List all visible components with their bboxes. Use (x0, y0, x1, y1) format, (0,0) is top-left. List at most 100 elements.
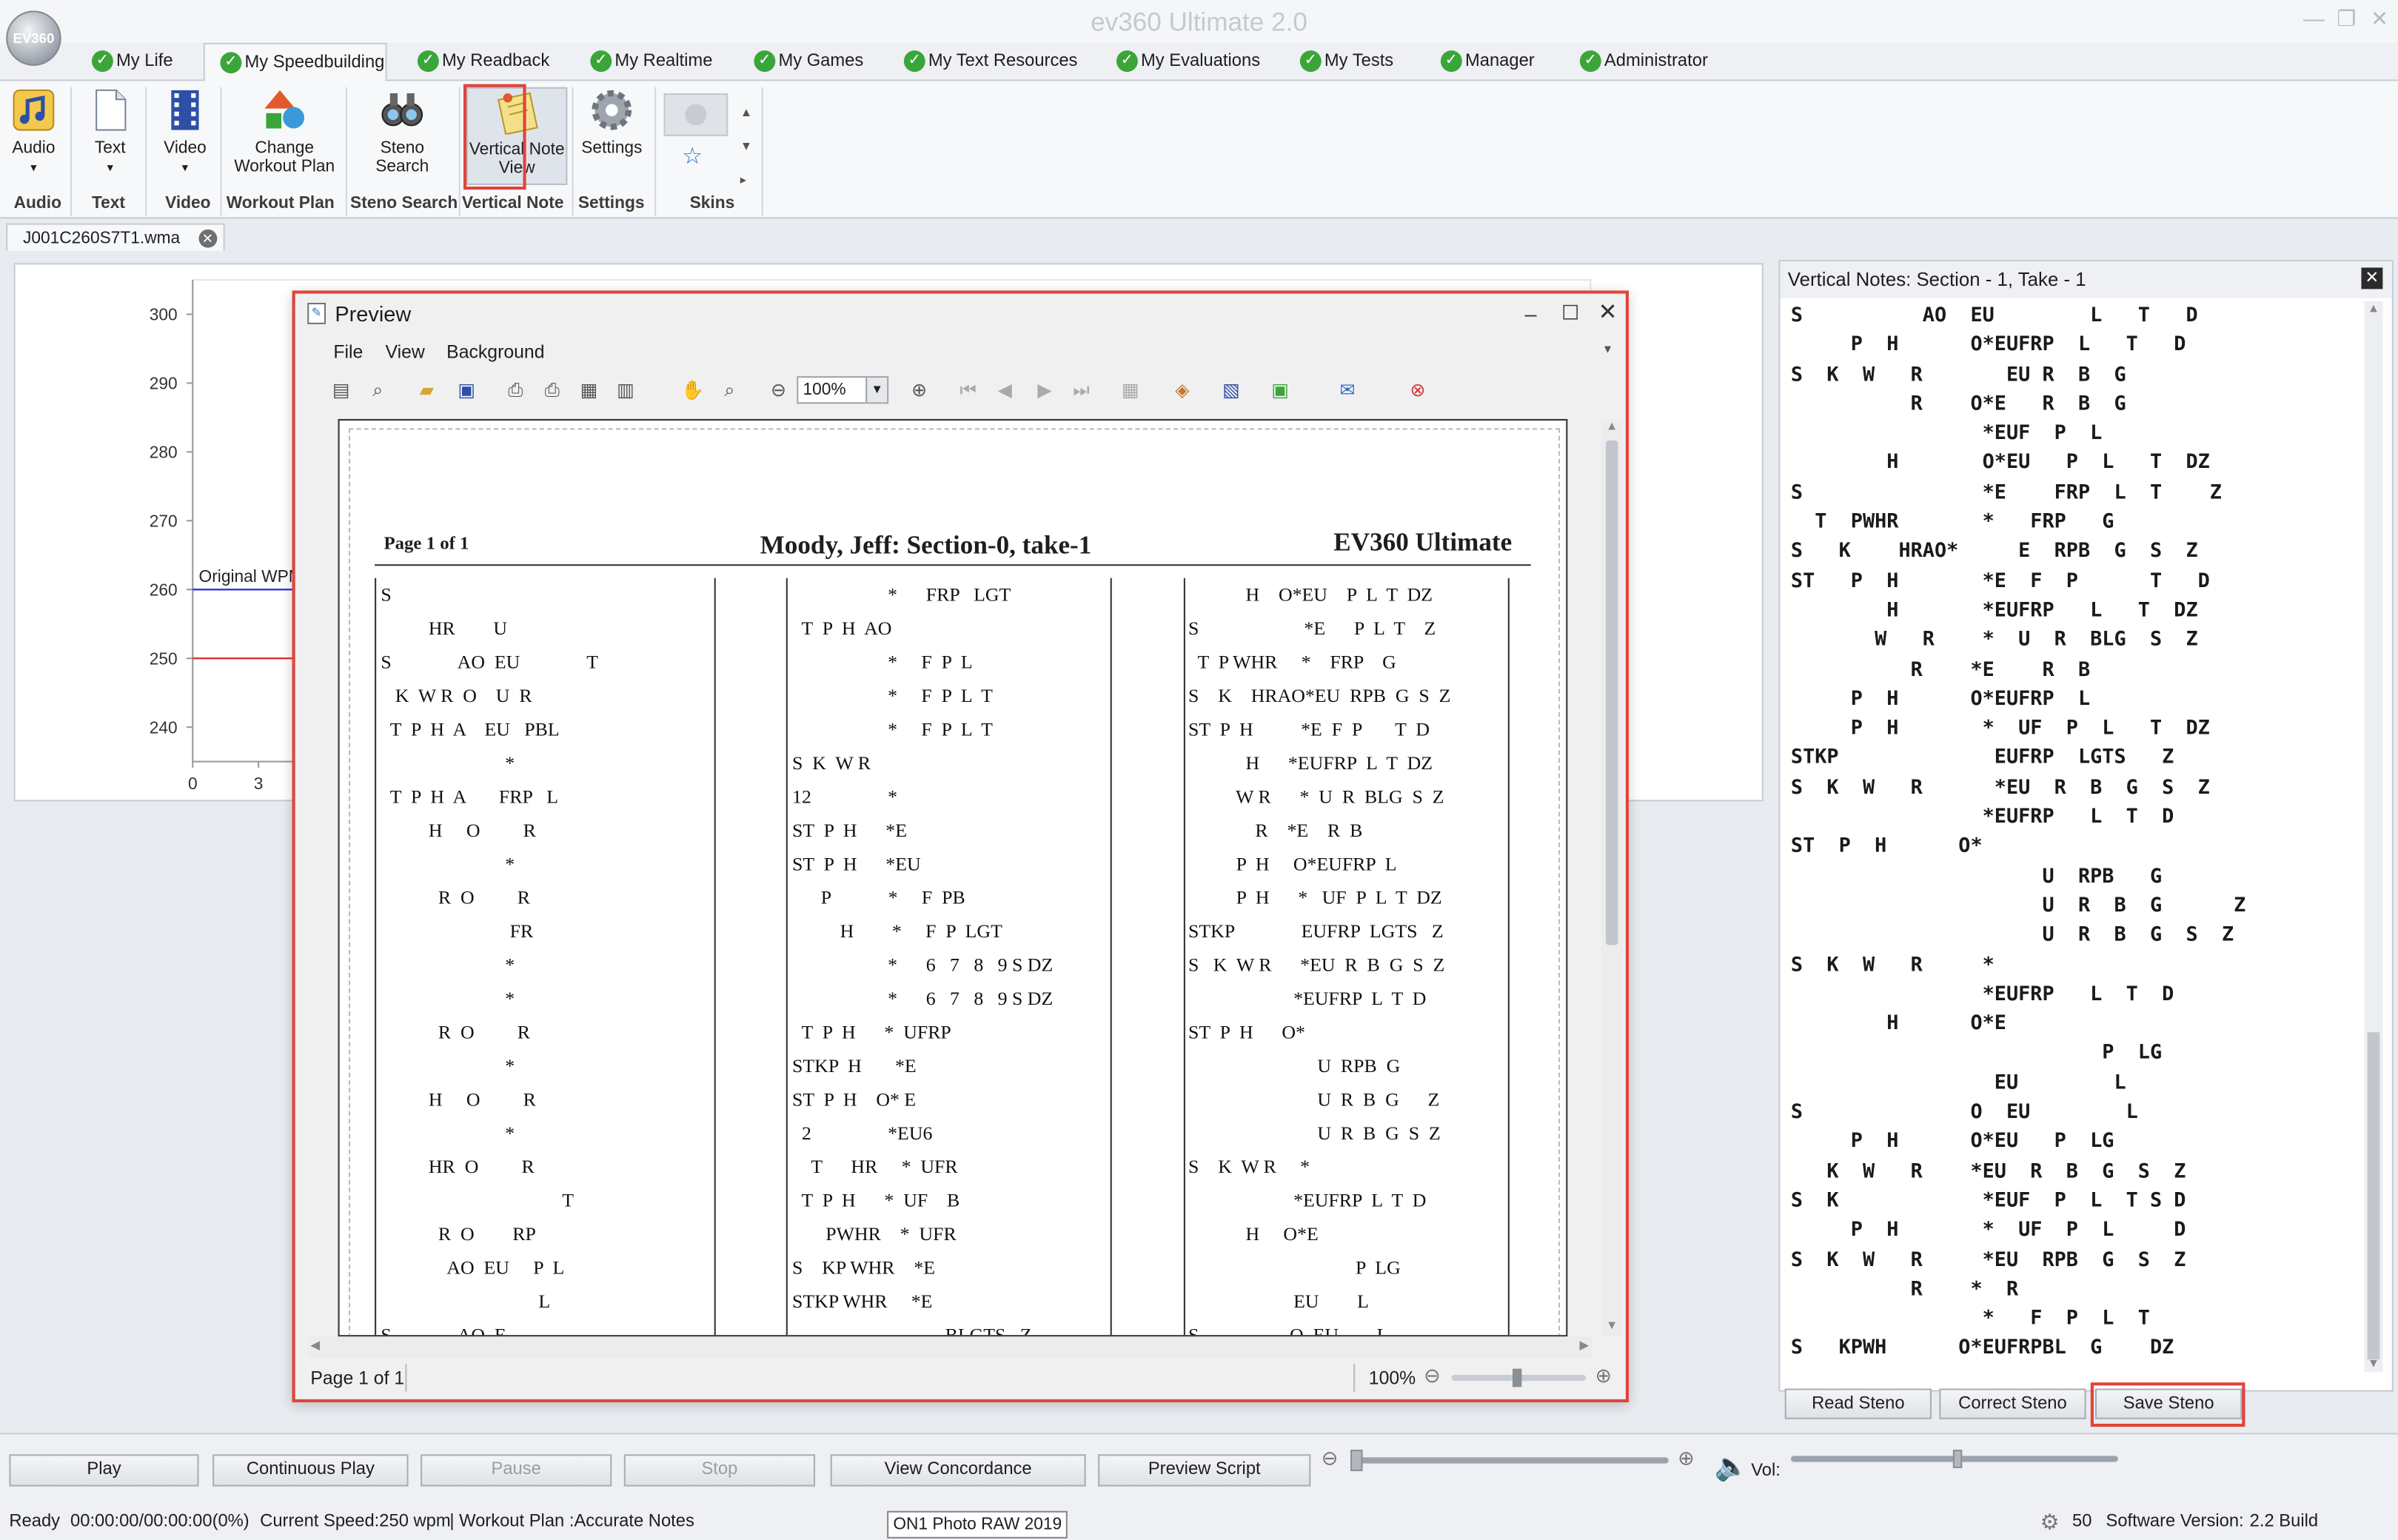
document-map-icon[interactable]: ▤ (329, 378, 353, 402)
multiple-pages-icon[interactable]: ▦ (1118, 378, 1142, 402)
continuous-play-button[interactable]: Continuous Play (212, 1454, 409, 1487)
tab-administrator[interactable]: ✓ Administrator (1579, 43, 1708, 81)
email-icon[interactable]: ✉ (1335, 378, 1359, 402)
scale-icon[interactable]: ▥ (613, 378, 637, 402)
maximize-icon[interactable]: ☐ (1561, 294, 1579, 334)
quick-print-icon[interactable]: ▦ (577, 378, 601, 402)
zoom-in-icon[interactable]: ⊕ (1595, 1364, 1612, 1388)
preview-horizontal-scrollbar[interactable]: ◀ ▶ (307, 1336, 1592, 1359)
zoom-out-icon[interactable]: ⊖ (766, 378, 791, 402)
close-icon[interactable]: ✕ (2371, 6, 2388, 32)
change-workout-plan-button[interactable]: Change Workout Plan (232, 87, 336, 176)
save-icon[interactable]: ▣ (455, 378, 479, 402)
chevron-down-icon[interactable]: ▾ (1604, 341, 1611, 358)
skins-scroll-arrows[interactable]: ▲ ▼ ▸ (740, 96, 752, 197)
tab-my-readback[interactable]: ✓ My Readback (417, 43, 549, 81)
check-icon: ✓ (754, 50, 776, 73)
restore-icon[interactable]: ❐ (2337, 6, 2356, 32)
scroll-up-icon[interactable]: ▲ (1606, 419, 1618, 433)
audio-button[interactable]: Audio ▾ (9, 87, 58, 178)
speed-slider-thumb[interactable] (1350, 1450, 1363, 1472)
speaker-icon[interactable]: 🔈 (1715, 1451, 1749, 1483)
scroll-down-icon[interactable]: ▼ (2368, 1356, 2379, 1370)
scroll-up-icon[interactable]: ▲ (2368, 301, 2379, 315)
export-icon[interactable]: ▣ (1267, 378, 1292, 402)
scroll-thumb[interactable] (1605, 440, 1618, 945)
video-button[interactable]: Video ▾ (161, 87, 210, 178)
minimize-icon[interactable]: ‒ (1525, 294, 1537, 334)
steno-line: H O*EU P L T DZ (1188, 584, 1433, 606)
menu-view[interactable]: View (386, 341, 425, 363)
color-icon[interactable]: ◈ (1170, 378, 1194, 402)
circle-icon (685, 104, 707, 126)
zoom-out-icon[interactable]: ⊖ (1424, 1364, 1441, 1388)
tab-my-realtime[interactable]: ✓ My Realtime (590, 43, 712, 81)
check-icon: ✓ (220, 52, 242, 74)
tab-my-evaluations[interactable]: ✓ My Evaluations (1116, 43, 1260, 81)
view-concordance-button[interactable]: View Concordance (830, 1454, 1086, 1487)
tab-my-speedbuilding[interactable]: ✓ My Speedbuilding (203, 42, 387, 83)
steno-line: *EUFRP L T D (1188, 988, 1427, 1010)
next-page-icon[interactable]: ▶ (1032, 378, 1056, 402)
correct-steno-button[interactable]: Correct Steno (1939, 1388, 2086, 1419)
speed-slider[interactable] (1350, 1450, 1669, 1472)
first-page-icon[interactable]: ⏮ (956, 378, 980, 402)
vertical-note-line: S K W R *EU R B G S Z (1790, 776, 2210, 800)
steno-search-button[interactable]: Steno Search (364, 87, 441, 176)
close-icon[interactable]: ✕ (2361, 267, 2383, 289)
watermark-icon[interactable]: ▧ (1219, 378, 1243, 402)
tab-my-text-resources[interactable]: ✓ My Text Resources (903, 43, 1077, 81)
play-button[interactable]: Play (9, 1454, 199, 1487)
menu-file[interactable]: File (333, 341, 363, 363)
zoom-slider-thumb[interactable] (1512, 1368, 1522, 1387)
tab-my-tests[interactable]: ✓ My Tests (1299, 43, 1393, 81)
find-icon[interactable]: ⌕ (366, 378, 390, 402)
steno-line: R O RP (381, 1223, 536, 1245)
report-title: Moody, Jeff: Section-0, take-1 (760, 530, 1092, 560)
volume-slider[interactable] (1790, 1450, 2118, 1468)
audio-label: Audio (12, 138, 56, 158)
dropdown-arrow-icon: ▾ (107, 160, 113, 175)
open-icon[interactable]: ▰ (415, 378, 439, 402)
scroll-thumb[interactable] (2367, 1032, 2380, 1360)
last-page-icon[interactable]: ⏭ (1069, 378, 1093, 402)
zoom-select[interactable]: 100% ▼ (797, 376, 889, 404)
speed-decrease-icon[interactable]: ⊖ (1322, 1447, 1339, 1471)
steno-line: HR U (381, 617, 508, 640)
print-icon[interactable]: ⎙ (540, 378, 564, 402)
zoom-slider[interactable] (1451, 1368, 1587, 1387)
preview-script-button[interactable]: Preview Script (1098, 1454, 1311, 1487)
magnifier-icon[interactable]: ⌕ (717, 378, 742, 402)
close-icon[interactable]: ✕ (1598, 294, 1618, 334)
preview-vertical-scrollbar[interactable]: ▲ ▼ (1601, 418, 1623, 1337)
scroll-down-icon[interactable]: ▼ (1606, 1318, 1618, 1332)
menu-background[interactable]: Background (446, 341, 544, 363)
column-rule (1507, 578, 1510, 1336)
notes-scrollbar[interactable]: ▲ ▼ (2364, 301, 2383, 1372)
read-steno-button[interactable]: Read Steno (1784, 1388, 1932, 1419)
settings-button[interactable]: Settings (578, 87, 646, 158)
scroll-right-icon[interactable]: ▶ (1580, 1338, 1590, 1352)
star-icon[interactable]: ☆ (682, 142, 703, 170)
speed-increase-icon[interactable]: ⊕ (1678, 1447, 1695, 1471)
scroll-left-icon[interactable]: ◀ (310, 1338, 320, 1352)
tab-my-life[interactable]: ✓ My Life (91, 43, 173, 81)
app-logo[interactable]: EV360 (6, 10, 61, 66)
stop-button[interactable]: Stop (623, 1454, 816, 1487)
close-preview-icon[interactable]: ⊗ (1405, 378, 1430, 402)
zoom-in-icon[interactable]: ⊕ (907, 378, 931, 402)
group-label-text: Text (91, 194, 126, 213)
previous-page-icon[interactable]: ◀ (993, 378, 1017, 402)
tab-my-games[interactable]: ✓ My Games (754, 43, 863, 81)
text-button[interactable]: Text ▾ (86, 87, 135, 178)
chevron-down-icon[interactable]: ▼ (865, 378, 888, 403)
document-tab[interactable]: J001C260S7T1.wma ✕ (6, 223, 225, 251)
close-tab-icon[interactable]: ✕ (198, 229, 217, 248)
tab-manager[interactable]: ✓ Manager (1440, 43, 1535, 81)
volume-slider-thumb[interactable] (1953, 1450, 1963, 1468)
hand-tool-icon[interactable]: ✋ (680, 378, 705, 402)
minimize-icon[interactable]: — (2303, 6, 2325, 30)
page-setup-icon[interactable]: ⎙ (503, 378, 528, 402)
pause-button[interactable]: Pause (421, 1454, 612, 1487)
skin-item-default[interactable] (663, 93, 729, 136)
